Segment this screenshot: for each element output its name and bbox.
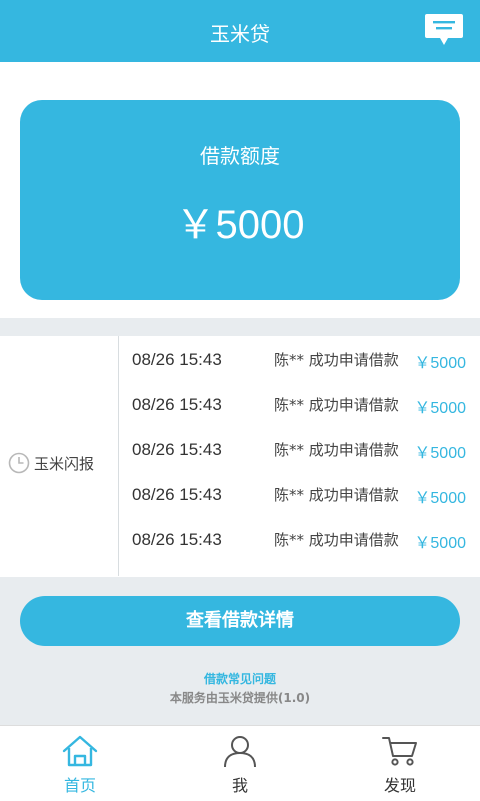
message-icon <box>425 14 463 45</box>
tab-home[interactable]: 首页 <box>0 726 160 801</box>
home-icon <box>62 735 98 767</box>
news-item-amount: ￥5000 <box>414 445 466 462</box>
provider-note: 本服务由玉米贷提供(1.0) <box>169 691 311 705</box>
view-loan-details-button[interactable]: 查看借款详情 <box>20 596 460 646</box>
app-header: 玉米贷 <box>0 0 480 62</box>
tab-discover-label: 发现 <box>383 776 416 795</box>
news-ticker-label: 玉米闪报 <box>34 455 95 473</box>
bottom-section: 查看借款详情 借款常见问题 本服务由玉米贷提供(1.0) <box>0 577 480 725</box>
message-button[interactable] <box>424 12 464 48</box>
news-item: 08/26 15:43 陈** 成功申请借款 ￥5000 <box>132 434 472 464</box>
news-ticker: 玉米闪报 08/26 15:43 陈** 成功申请借款 ￥5000 08/26 … <box>0 336 480 576</box>
tab-me-label: 我 <box>231 776 248 795</box>
bottom-tab-bar: 首页 我 发现 <box>0 725 480 801</box>
news-item-text: 陈** 成功申请借款 <box>274 396 399 414</box>
news-ticker-label-panel: 玉米闪报 <box>0 336 119 576</box>
clock-icon <box>8 452 30 474</box>
news-item-amount: ￥5000 <box>414 400 466 417</box>
news-item-amount: ￥5000 <box>414 535 466 552</box>
app-title: 玉米贷 <box>210 22 270 46</box>
news-item: 08/26 15:43 陈** 成功申请借款 ￥5000 <box>132 479 472 509</box>
section-divider <box>0 318 480 336</box>
news-item-time: 08/26 15:43 <box>132 485 222 504</box>
news-item-time: 08/26 15:43 <box>132 350 222 369</box>
news-item-time: 08/26 15:43 <box>132 530 222 549</box>
news-item-text: 陈** 成功申请借款 <box>274 441 399 459</box>
credit-limit-amount: ￥5000 <box>175 203 305 247</box>
news-item-text: 陈** 成功申请借款 <box>274 531 399 549</box>
credit-limit-label: 借款额度 <box>200 144 280 168</box>
user-icon <box>224 736 256 768</box>
news-item-amount: ￥5000 <box>414 355 466 372</box>
news-item-time: 08/26 15:43 <box>132 440 222 459</box>
tab-home-label: 首页 <box>63 776 96 795</box>
news-item-amount: ￥5000 <box>414 490 466 507</box>
news-item-text: 陈** 成功申请借款 <box>274 351 399 369</box>
cart-icon <box>382 737 417 766</box>
news-item: 08/26 15:43 陈** 成功申请借款 ￥5000 <box>132 524 472 554</box>
news-item: 08/26 15:43 陈** 成功申请借款 ￥5000 <box>132 344 472 374</box>
news-item: 08/26 15:43 陈** 成功申请借款 ￥5000 <box>132 389 472 419</box>
faq-link[interactable]: 借款常见问题 <box>0 670 480 687</box>
tab-discover[interactable]: 发现 <box>320 726 480 801</box>
tab-me[interactable]: 我 <box>160 726 320 801</box>
news-item-time: 08/26 15:43 <box>132 395 222 414</box>
news-item-text: 陈** 成功申请借款 <box>274 486 399 504</box>
credit-limit-card: 借款额度 ￥5000 <box>20 100 460 300</box>
